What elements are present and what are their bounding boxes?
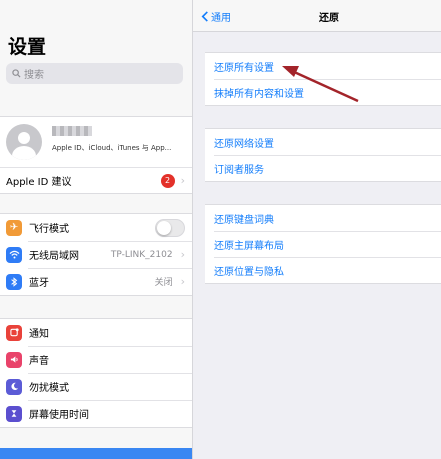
sidebar-item-sound[interactable]: 声音 — [0, 346, 192, 373]
reset-home-screen-layout-button[interactable]: 还原主屏幕布局 — [205, 231, 441, 257]
apple-id-suggestions-row[interactable]: Apple ID 建议 2 › — [0, 167, 192, 193]
sidebar-item-airplane[interactable]: ✈ 飞行模式 — [0, 214, 192, 241]
chevron-right-icon: › — [180, 174, 185, 187]
reset-all-settings-button[interactable]: 还原所有设置 — [205, 53, 441, 79]
selected-sidebar-item[interactable] — [0, 448, 192, 459]
airplane-label: 飞行模式 — [29, 224, 69, 235]
back-label: 通用 — [211, 13, 231, 24]
do-not-disturb-label: 勿扰模式 — [29, 383, 69, 394]
erase-all-content-button[interactable]: 抹掉所有内容和设置 — [205, 79, 441, 105]
hourglass-icon — [6, 405, 22, 422]
bluetooth-value: 关闭 — [154, 278, 173, 288]
search-field[interactable]: 搜索 — [6, 63, 183, 84]
sidebar-item-wifi[interactable]: 无线局域网 TP-LINK_2102 › — [0, 241, 192, 268]
chevron-right-icon: › — [180, 248, 185, 261]
detail-navbar: 通用 还原 — [193, 0, 441, 32]
reset-group-primary: 还原所有设置 抹掉所有内容和设置 — [205, 52, 441, 106]
chevron-left-icon — [201, 11, 208, 22]
reset-group-other: 还原键盘词典 还原主屏幕布局 还原位置与隐私 — [205, 204, 441, 284]
reset-location-privacy-button[interactable]: 还原位置与隐私 — [205, 257, 441, 283]
bluetooth-icon — [6, 273, 22, 290]
apple-id-suggestions-label: Apple ID 建议 — [6, 177, 72, 188]
wifi-value: TP-LINK_2102 — [110, 249, 173, 260]
back-button[interactable]: 通用 — [201, 9, 231, 24]
airplane-icon: ✈ — [6, 219, 22, 236]
notifications-icon — [6, 324, 22, 341]
sidebar-item-bluetooth[interactable]: 蓝牙 关闭 › — [0, 268, 192, 295]
page-title: 还原 — [319, 13, 339, 24]
sidebar-item-screen-time[interactable]: 屏幕使用时间 — [0, 400, 192, 427]
notifications-group: 通知 声音 勿扰模式 屏幕使用时间 — [0, 318, 192, 428]
wifi-label: 无线局域网 — [29, 251, 79, 262]
reset-group-network: 还原网络设置 订阅者服务 — [205, 128, 441, 182]
airplane-toggle[interactable] — [155, 218, 185, 237]
notifications-label: 通知 — [29, 329, 49, 340]
sidebar-item-do-not-disturb[interactable]: 勿扰模式 — [0, 373, 192, 400]
reset-keyboard-dictionary-button[interactable]: 还原键盘词典 — [205, 205, 441, 231]
sound-icon — [6, 351, 22, 368]
settings-sidebar: 设置 搜索 Apple ID、iCloud、iTunes 与 App... Ap… — [0, 0, 193, 459]
bluetooth-label: 蓝牙 — [29, 278, 49, 289]
avatar — [6, 124, 42, 160]
subscriber-services-button[interactable]: 订阅者服务 — [205, 155, 441, 181]
pixelated-name — [52, 126, 92, 136]
apple-id-row[interactable]: Apple ID、iCloud、iTunes 与 App... — [0, 117, 192, 167]
apple-id-subtitle: Apple ID、iCloud、iTunes 与 App... — [52, 144, 172, 152]
apple-id-group: Apple ID、iCloud、iTunes 与 App... Apple ID… — [0, 116, 192, 194]
sound-label: 声音 — [29, 356, 49, 367]
chevron-right-icon: › — [180, 275, 185, 288]
sidebar-title: 设置 — [8, 36, 47, 58]
screen-time-label: 屏幕使用时间 — [29, 410, 89, 421]
sidebar-item-notifications[interactable]: 通知 — [0, 319, 192, 346]
wifi-icon — [6, 246, 22, 263]
reset-network-settings-button[interactable]: 还原网络设置 — [205, 129, 441, 155]
search-icon — [12, 69, 21, 78]
moon-icon — [6, 378, 22, 395]
search-placeholder: 搜索 — [24, 70, 44, 81]
suggestion-badge: 2 — [160, 173, 175, 188]
connectivity-group: ✈ 飞行模式 无线局域网 TP-LINK_2102 › 蓝牙 关闭 › — [0, 213, 192, 296]
